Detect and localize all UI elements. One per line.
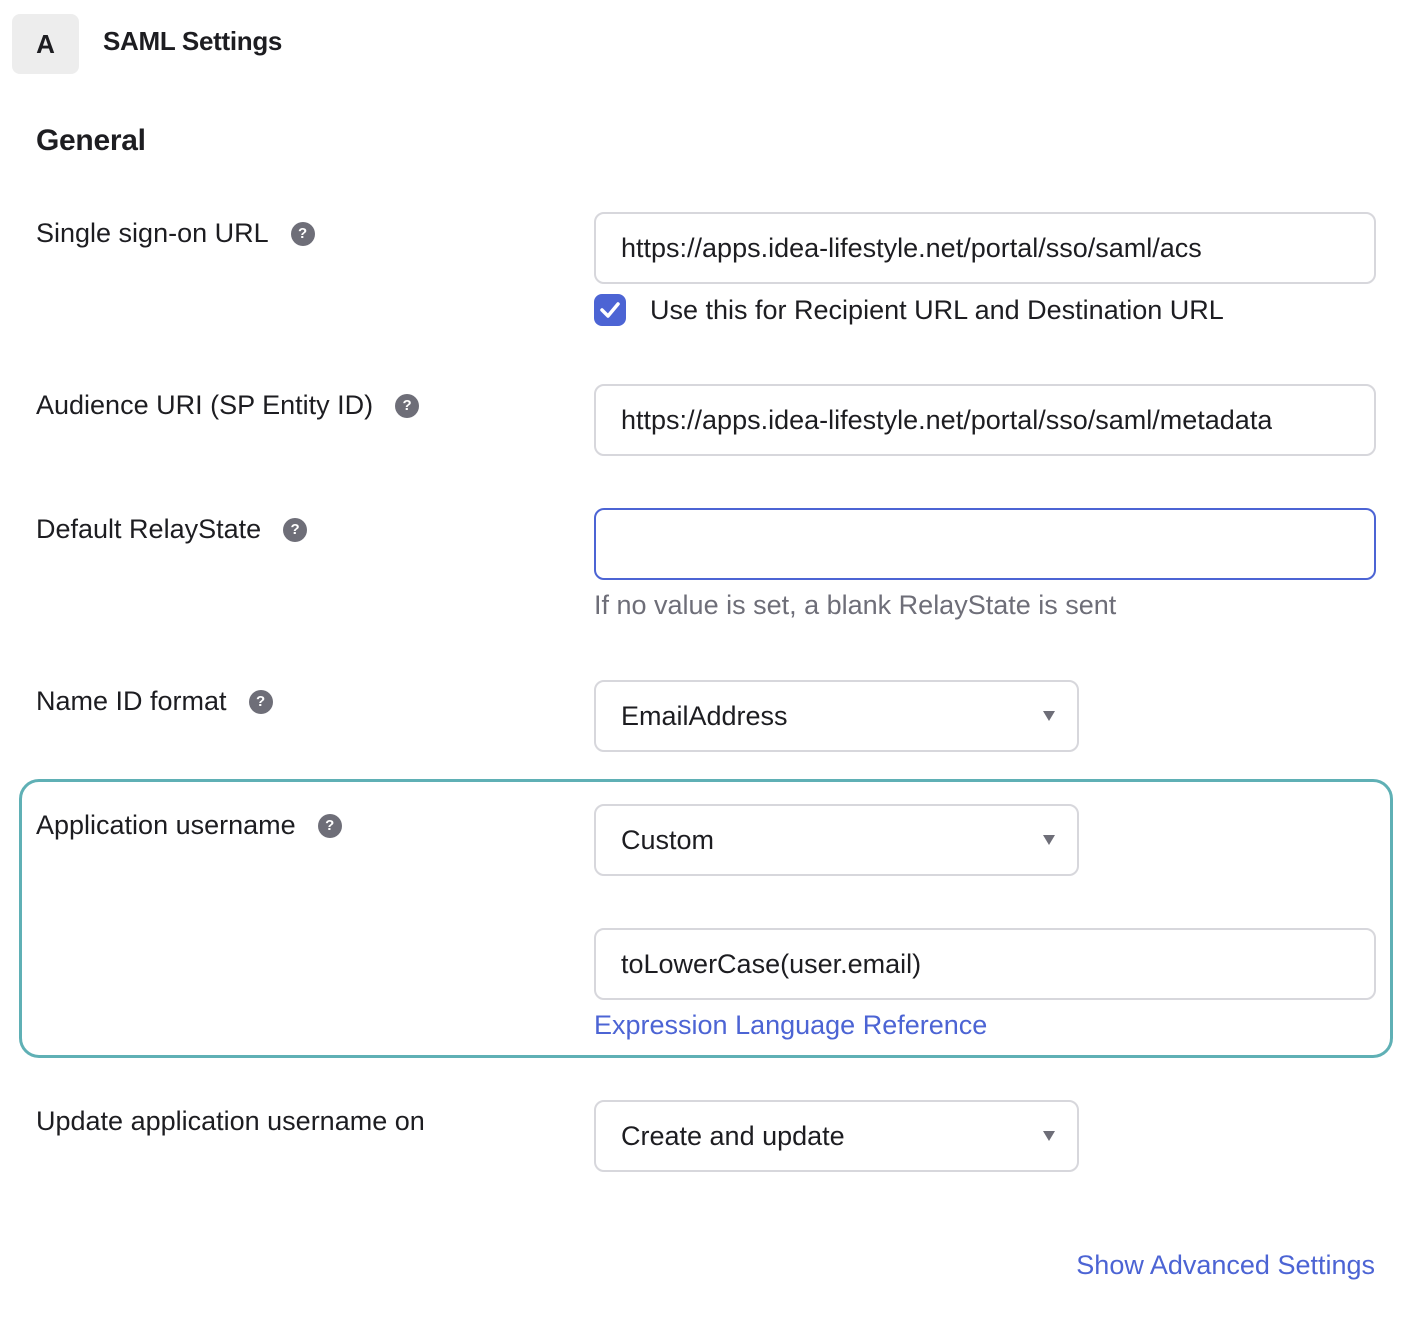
app-username-select[interactable]: Custom: [594, 804, 1079, 876]
chevron-down-icon: [1043, 1131, 1055, 1141]
app-username-expression-input[interactable]: toLowerCase(user.email): [594, 928, 1376, 1000]
sso-url-value: https://apps.idea-lifestyle.net/portal/s…: [621, 232, 1202, 263]
help-icon[interactable]: ?: [283, 517, 308, 542]
relay-state-input[interactable]: [594, 508, 1376, 580]
relay-state-label-row: Default RelayState ?: [36, 514, 308, 545]
recipient-url-checkbox-row[interactable]: Use this for Recipient URL and Destinati…: [594, 294, 1224, 326]
audience-uri-label: Audience URI (SP Entity ID): [36, 390, 374, 420]
update-username-label-row: Update application username on: [36, 1106, 425, 1137]
show-advanced-settings-link[interactable]: Show Advanced Settings: [1076, 1250, 1375, 1281]
page-title: SAML Settings: [103, 26, 283, 56]
help-icon[interactable]: ?: [248, 689, 273, 714]
section-title: General: [36, 124, 146, 157]
sso-url-input[interactable]: https://apps.idea-lifestyle.net/portal/s…: [594, 212, 1376, 284]
relay-state-hint: If no value is set, a blank RelayState i…: [594, 590, 1117, 620]
name-id-format-label-row: Name ID format ?: [36, 686, 273, 717]
audience-uri-label-row: Audience URI (SP Entity ID) ?: [36, 390, 420, 421]
update-username-select[interactable]: Create and update: [594, 1100, 1079, 1172]
app-username-expression-value: toLowerCase(user.email): [621, 948, 922, 979]
audience-uri-input[interactable]: https://apps.idea-lifestyle.net/portal/s…: [594, 384, 1376, 456]
chevron-down-icon: [1043, 835, 1055, 845]
recipient-url-checkbox-label: Use this for Recipient URL and Destinati…: [650, 294, 1224, 325]
name-id-format-value: EmailAddress: [621, 700, 788, 731]
recipient-url-checkbox[interactable]: [594, 294, 626, 326]
app-username-label-row: Application username ?: [36, 810, 342, 841]
update-username-value: Create and update: [621, 1120, 845, 1151]
name-id-format-label: Name ID format: [36, 686, 227, 716]
name-id-format-select[interactable]: EmailAddress: [594, 680, 1079, 752]
help-icon[interactable]: ?: [290, 221, 315, 246]
help-icon[interactable]: ?: [317, 813, 342, 838]
update-username-label: Update application username on: [36, 1106, 425, 1136]
app-username-value: Custom: [621, 824, 715, 855]
sso-url-label: Single sign-on URL: [36, 218, 269, 248]
sso-url-label-row: Single sign-on URL ?: [36, 218, 315, 249]
chevron-down-icon: [1043, 711, 1055, 721]
audience-uri-value: https://apps.idea-lifestyle.net/portal/s…: [621, 404, 1273, 435]
expression-language-reference-link[interactable]: Expression Language Reference: [594, 1010, 987, 1041]
check-icon: [600, 302, 620, 318]
help-icon[interactable]: ?: [395, 393, 420, 418]
relay-state-label: Default RelayState: [36, 514, 262, 544]
step-badge: A: [12, 14, 79, 74]
app-username-label: Application username: [36, 810, 296, 840]
